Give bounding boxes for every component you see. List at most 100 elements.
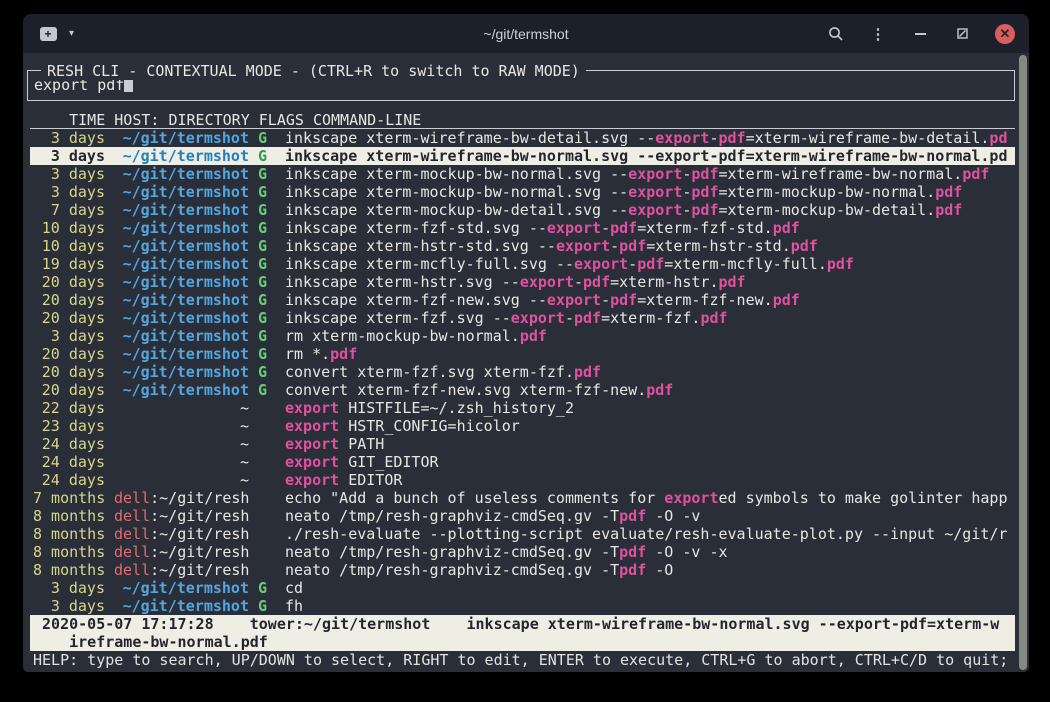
help-bar: HELP: type to search, UP/DOWN to select,…: [30, 651, 1015, 669]
history-row[interactable]: 8 monthsdell:~/git/reshneato /tmp/resh-g…: [30, 543, 1015, 561]
history-row[interactable]: 20 days~/git/termshotGinkscape xterm-fzf…: [30, 291, 1015, 309]
command-match-text: export: [655, 147, 709, 165]
directory-path: ~/git/termshot: [123, 597, 249, 615]
close-button[interactable]: ✕: [995, 24, 1015, 44]
history-row[interactable]: 23 days~export HSTR_CONFIG=hicolor: [30, 417, 1015, 435]
command-cell: inkscape xterm-mockup-bw-detail.svg --ex…: [285, 201, 1015, 219]
history-row[interactable]: 24 days~export EDITOR: [30, 471, 1015, 489]
time-cell: 23 days: [33, 417, 105, 435]
search-box-title: RESH CLI - CONTEXTUAL MODE - (CTRL+R to …: [41, 62, 586, 80]
command-match-text: pdf: [718, 129, 745, 147]
command-cell: inkscape xterm-fzf.svg --export-pdf=xter…: [285, 309, 1015, 327]
new-tab-icon: +: [40, 27, 57, 41]
directory-path: ~/git/termshot: [123, 201, 249, 219]
command-text: inkscape xterm-wireframe-bw-normal.svg -…: [285, 147, 655, 165]
history-row-selected[interactable]: 3 days~/git/termshotGinkscape xterm-wire…: [30, 147, 1015, 165]
command-text: PATH: [339, 435, 384, 453]
new-tab-button[interactable]: +: [37, 25, 59, 43]
minimize-icon[interactable]: [911, 25, 929, 43]
history-row[interactable]: 3 days~/git/termshotGfh: [30, 597, 1015, 615]
history-row[interactable]: 20 days~/git/termshotGinkscape xterm-hst…: [30, 273, 1015, 291]
command-match-text: pdf: [691, 165, 718, 183]
history-row[interactable]: 20 days~/git/termshotGrm *.pdf: [30, 345, 1015, 363]
time-cell: 20 days: [33, 309, 105, 327]
directory-path: ~: [240, 417, 249, 435]
command-match-text: pdf: [935, 201, 962, 219]
history-row[interactable]: 3 days~/git/termshotGrm xterm-mockup-bw-…: [30, 327, 1015, 345]
command-match-text: export: [574, 255, 628, 273]
history-list: 3 days ~/git/termshot Ginkscape xterm-wire…: [30, 129, 1015, 615]
command-match-text: export: [285, 471, 339, 489]
command-text: -: [574, 273, 583, 291]
history-row[interactable]: 19 days~/git/termshotGinkscape xterm-mcf…: [30, 255, 1015, 273]
directory-path: ~/git/termshot: [123, 291, 249, 309]
menu-icon[interactable]: ⋮: [869, 25, 887, 43]
time-cell: 8 months: [33, 561, 105, 579]
directory-path: ~/git/termshot: [123, 579, 249, 597]
command-text: -O -v: [646, 507, 700, 525]
history-row[interactable]: 8 monthsdell:~/git/reshneato /tmp/resh-g…: [30, 507, 1015, 525]
git-flag: G: [258, 183, 267, 201]
command-text: -: [565, 309, 574, 327]
command-cell: inkscape xterm-wireframe-bw-detail.svg -…: [285, 129, 1015, 147]
history-row[interactable]: 20 days~/git/termshotGconvert xterm-fzf-…: [30, 381, 1015, 399]
history-row[interactable]: 8 monthsdell:~/git/resh./resh-evaluate -…: [30, 525, 1015, 543]
command-match-text: export: [285, 435, 339, 453]
history-row[interactable]: 7 monthsdell:~/git/reshecho "Add a bunch…: [30, 489, 1015, 507]
scrollbar[interactable]: [1019, 55, 1027, 670]
command-cell: inkscape xterm-hstr-std.svg --export-pdf…: [285, 237, 1015, 255]
directory-path: ~/git/termshot: [123, 363, 249, 381]
command-match-text: pdf: [619, 561, 646, 579]
history-row[interactable]: 24 days~export PATH: [30, 435, 1015, 453]
command-text: =xterm-mcfly-full.: [664, 255, 827, 273]
directory-cell: ~/git/termshot: [114, 129, 249, 147]
command-text: fh: [285, 597, 303, 615]
command-text: =xterm-wireframe-bw-normal.: [746, 147, 990, 165]
history-row[interactable]: 3 days~/git/termshotGinkscape xterm-wire…: [30, 129, 1015, 147]
command-match-text: pdf: [718, 147, 745, 165]
restore-icon[interactable]: [953, 25, 971, 43]
time-cell: 8 months: [33, 507, 105, 525]
history-row[interactable]: 20 days~/git/termshotGinkscape xterm-fzf…: [30, 309, 1015, 327]
command-match-text: export: [285, 453, 339, 471]
history-row[interactable]: 10 days~/git/termshotGinkscape xterm-fzf…: [30, 219, 1015, 237]
directory-path: ~/git/termshot: [123, 147, 249, 165]
directory-path: ~/git/termshot: [123, 345, 249, 363]
history-row[interactable]: 8 monthsdell:~/git/reshneato /tmp/resh-g…: [30, 561, 1015, 579]
directory-cell: ~/git/termshot: [114, 219, 249, 237]
command-text: =xterm-wireframe-bw-detail.: [746, 129, 990, 147]
tab-dropdown-icon[interactable]: ▾: [69, 28, 74, 39]
history-row[interactable]: 10 days~/git/termshotGinkscape xterm-hst…: [30, 237, 1015, 255]
directory-cell: ~/git/termshot: [114, 255, 249, 273]
directory-cell: ~/git/termshot: [114, 201, 249, 219]
command-cell: export EDITOR: [285, 471, 1015, 489]
history-row[interactable]: 20 days~/git/termshotGconvert xterm-fzf.…: [30, 363, 1015, 381]
git-flag: [258, 525, 267, 543]
command-match-text: pdf: [330, 345, 357, 363]
command-cell: rm xterm-mockup-bw-normal.pdf: [285, 327, 1015, 345]
git-flag: G: [258, 273, 267, 291]
git-flag: G: [258, 129, 267, 147]
time-cell: 3 days: [33, 147, 105, 165]
history-row[interactable]: 7 days~/git/termshotGinkscape xterm-mock…: [30, 201, 1015, 219]
command-cell: neato /tmp/resh-graphviz-cmdSeq.gv -Tpdf…: [285, 543, 1015, 561]
git-flag: G: [258, 381, 267, 399]
command-text: neato /tmp/resh-graphviz-cmdSeq.gv -T: [285, 561, 619, 579]
command-cell: inkscape xterm-mcfly-full.svg --export-p…: [285, 255, 1015, 273]
search-icon[interactable]: [827, 25, 845, 43]
titlebar: + ▾ ~/git/termshot ⋮: [23, 14, 1029, 53]
command-text: inkscape xterm-mockup-bw-detail.svg --: [285, 201, 628, 219]
git-flag: G: [258, 201, 267, 219]
history-row[interactable]: 24 days~export GIT_EDITOR: [30, 453, 1015, 471]
history-row[interactable]: 22 days~export HISTFILE=~/.zsh_history_2: [30, 399, 1015, 417]
history-row[interactable]: 3 days~/git/termshotGinkscape xterm-mock…: [30, 183, 1015, 201]
command-text: neato /tmp/resh-graphviz-cmdSeq.gv -T: [285, 507, 619, 525]
command-cell: inkscape xterm-hstr.svg --export-pdf=xte…: [285, 273, 1015, 291]
search-box[interactable]: RESH CLI - CONTEXTUAL MODE - (CTRL+R to …: [27, 70, 1015, 101]
history-row[interactable]: 3 days~/git/termshotGcd: [30, 579, 1015, 597]
history-row[interactable]: 3 days~/git/termshotGinkscape xterm-mock…: [30, 165, 1015, 183]
time-cell: 20 days: [33, 291, 105, 309]
command-match-text: pdf: [935, 183, 962, 201]
command-cell: convert xterm-fzf.svg xterm-fzf.pdf: [285, 363, 1015, 381]
time-cell: 20 days: [33, 345, 105, 363]
